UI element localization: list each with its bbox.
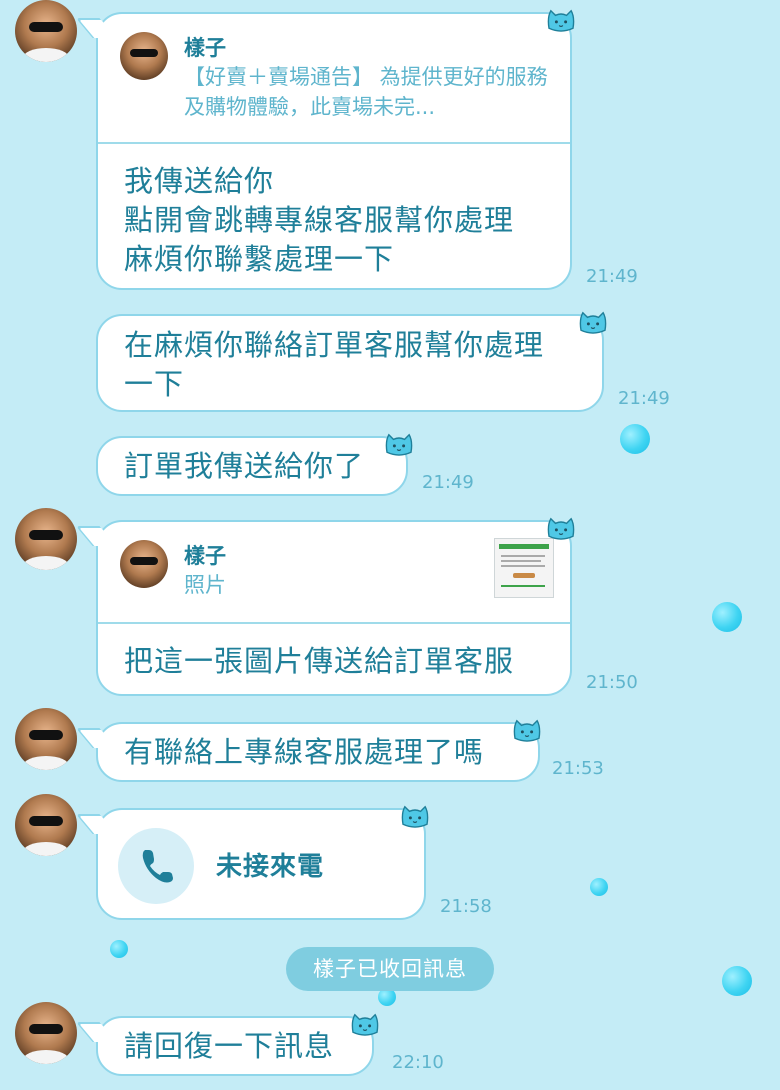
phone-icon	[118, 828, 194, 904]
missed-call-bubble[interactable]: 未接來電	[75, 808, 426, 920]
message-bubble[interactable]: 在麻煩你聯絡訂單客服幫你處理 一下	[96, 314, 604, 412]
message-text: 訂單我傳送給你了	[124, 449, 365, 483]
message-time: 21:58	[440, 896, 492, 917]
message-time: 22:10	[392, 1052, 444, 1073]
reply-name: 樣子	[184, 544, 226, 568]
reply-name: 樣子	[184, 36, 226, 60]
message-text: 我傳送給你 點開會跳轉專線客服幫你處理 麻煩你聯繫處理一下	[124, 164, 515, 276]
sender-avatar[interactable]	[15, 1002, 77, 1064]
cat-face-icon	[401, 806, 429, 828]
missed-call-label: 未接來電	[216, 852, 325, 882]
message-bubble[interactable]: 請回復一下訊息	[75, 1016, 374, 1076]
cat-face-icon	[579, 312, 607, 334]
message-time: 21:53	[552, 758, 604, 779]
background-bubble	[590, 878, 608, 896]
reply-avatar	[120, 32, 168, 80]
message-bubble[interactable]: 訂單我傳送給你了	[96, 436, 408, 496]
cat-face-icon	[547, 10, 575, 32]
message-bubble[interactable]: 樣子 照片 把這一張圖片傳送給訂單客服	[75, 520, 572, 696]
background-bubble	[110, 940, 128, 958]
sender-avatar[interactable]	[15, 508, 77, 570]
background-bubble	[722, 966, 752, 996]
message-bubble[interactable]: 樣子 【好賣＋賣場通告】 為提供更好的服務及購物體驗，此賣場未完... 我傳送給…	[75, 12, 572, 290]
sender-avatar[interactable]	[15, 794, 77, 856]
message-text: 有聯絡上專線客服處理了嗎	[124, 735, 485, 769]
cat-face-icon	[547, 518, 575, 540]
background-bubble	[712, 602, 742, 632]
message-time: 21:50	[586, 672, 638, 693]
cat-face-icon	[351, 1014, 379, 1036]
sender-avatar[interactable]	[15, 0, 77, 62]
reply-preview: 【好賣＋賣場通告】 為提供更好的服務及購物體驗，此賣場未完...	[184, 65, 548, 119]
reply-quote[interactable]: 樣子 照片	[98, 522, 570, 624]
unsend-notice: 樣子已收回訊息	[286, 947, 494, 991]
message-bubble[interactable]: 有聯絡上專線客服處理了嗎	[75, 722, 540, 782]
cat-face-icon	[385, 434, 413, 456]
image-thumbnail[interactable]	[494, 538, 554, 598]
message-text: 把這一張圖片傳送給訂單客服	[124, 644, 515, 678]
message-time: 21:49	[618, 388, 670, 409]
message-time: 21:49	[586, 266, 638, 287]
background-bubble	[620, 424, 650, 454]
message-time: 21:49	[422, 472, 474, 493]
message-text: 在麻煩你聯絡訂單客服幫你處理 一下	[124, 328, 545, 401]
cat-face-icon	[513, 720, 541, 742]
reply-quote[interactable]: 樣子 【好賣＋賣場通告】 為提供更好的服務及購物體驗，此賣場未完...	[98, 14, 570, 144]
sender-avatar[interactable]	[15, 708, 77, 770]
message-text: 請回復一下訊息	[124, 1029, 335, 1063]
reply-avatar	[120, 540, 168, 588]
